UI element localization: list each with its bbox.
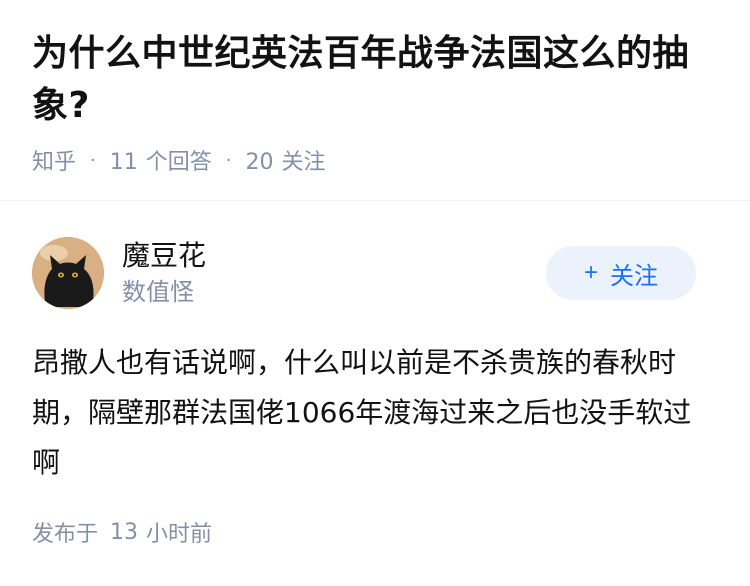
published-time-value: 13 [110, 519, 139, 545]
follow-label: 关注 [610, 262, 658, 290]
followers-count: 20 [245, 150, 274, 175]
question-header: 为什么中世纪英法百年战争法国这么的抽象? 知乎 · 11 个回答 · 20 关注 [0, 0, 750, 178]
black-cat-avatar-icon [32, 237, 104, 309]
answer-content[interactable]: 昂撒人也有话说啊，什么叫以前是不杀贵族的春秋时期，隔壁那群法国佬1066年渡海过… [32, 338, 710, 488]
author-row: 魔豆花 数值怪 + 关注 [32, 236, 718, 310]
answers-count: 11 [109, 150, 138, 175]
source-label[interactable]: 知乎 [32, 144, 76, 176]
avatar[interactable] [32, 237, 104, 309]
answer-footer: 发布于 13 小时前 [32, 514, 212, 550]
separator-dot: · [90, 149, 96, 171]
question-meta: 知乎 · 11 个回答 · 20 关注 [32, 142, 718, 178]
question-title[interactable]: 为什么中世纪英法百年战争法国这么的抽象? [32, 28, 718, 132]
followers-label: 关注 [281, 150, 326, 175]
section-divider [0, 200, 750, 201]
answers-count-link[interactable]: 11 个回答 [110, 144, 212, 176]
published-label: 发布于 [32, 522, 99, 547]
separator-dot: · [225, 149, 232, 171]
followers-count-link[interactable]: 20 关注 [246, 144, 326, 176]
follow-button[interactable]: + 关注 [546, 246, 696, 300]
plus-icon: + [583, 259, 598, 286]
published-time-unit: 小时前 [146, 522, 213, 547]
answers-label: 个回答 [145, 150, 212, 175]
